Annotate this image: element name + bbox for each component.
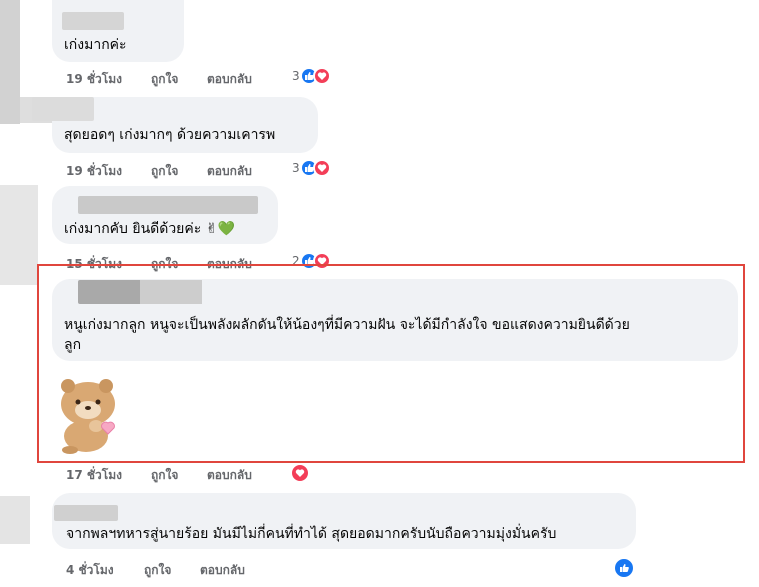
- author-name-redacted[interactable]: [54, 505, 118, 521]
- reaction-count: 3: [292, 161, 300, 175]
- like-link[interactable]: ถูกใจ: [151, 70, 178, 89]
- comment-actions: 17 ชั่วโมง ถูกใจ ตอบกลับ: [66, 466, 366, 482]
- reaction-summary[interactable]: [613, 557, 635, 579]
- comment-time: 4 ชั่วโมง: [66, 563, 114, 577]
- like-link[interactable]: ถูกใจ: [151, 466, 178, 485]
- avatar[interactable]: [0, 496, 30, 544]
- author-name-redacted[interactable]: [32, 97, 94, 121]
- comment-time: 19 ชั่วโมง: [66, 164, 122, 178]
- like-link[interactable]: ถูกใจ: [151, 162, 178, 181]
- like-link[interactable]: ถูกใจ: [144, 561, 171, 580]
- reaction-summary[interactable]: [290, 463, 310, 483]
- reply-link[interactable]: ตอบกลับ: [200, 561, 245, 580]
- author-name-redacted[interactable]: [78, 196, 258, 214]
- avatar[interactable]: [0, 0, 20, 124]
- comment-text: จากพลฯทหารสู่นายร้อย มันมีไม่กี่คนที่ทำไ…: [66, 526, 557, 542]
- comment-text: เก่งมากค่ะ: [64, 37, 127, 53]
- like-icon: [613, 557, 635, 579]
- love-icon: [290, 463, 310, 483]
- reply-link[interactable]: ตอบกลับ: [207, 466, 252, 485]
- comment-bubble: เก่งมากค่ะ: [52, 0, 184, 62]
- comment-text: เก่งมากคับ ยินดีด้วยค่ะ ✌💚: [64, 221, 235, 237]
- reaction-summary[interactable]: 3: [292, 67, 331, 85]
- comment-bubble: เก่งมากคับ ยินดีด้วยค่ะ ✌💚: [52, 186, 278, 244]
- highlight-box: [37, 264, 745, 463]
- comment-time: 17 ชั่วโมง: [66, 468, 122, 482]
- comment-text: สุดยอดๆ เก่งมากๆ ด้วยความเคารพ: [64, 127, 276, 143]
- author-name-redacted[interactable]: [62, 12, 124, 30]
- avatar[interactable]: [0, 185, 38, 285]
- reply-link[interactable]: ตอบกลับ: [207, 70, 252, 89]
- comment-time: 19 ชั่วโมง: [66, 72, 122, 86]
- comment-actions: 4 ชั่วโมง ถูกใจ ตอบกลับ: [66, 561, 366, 577]
- reaction-summary[interactable]: 3: [292, 159, 331, 177]
- reaction-count: 3: [292, 69, 300, 83]
- reply-link[interactable]: ตอบกลับ: [207, 162, 252, 181]
- comment-bubble: จากพลฯทหารสู่นายร้อย มันมีไม่กี่คนที่ทำไ…: [52, 493, 636, 549]
- love-icon: [312, 159, 331, 177]
- love-icon: [312, 67, 331, 85]
